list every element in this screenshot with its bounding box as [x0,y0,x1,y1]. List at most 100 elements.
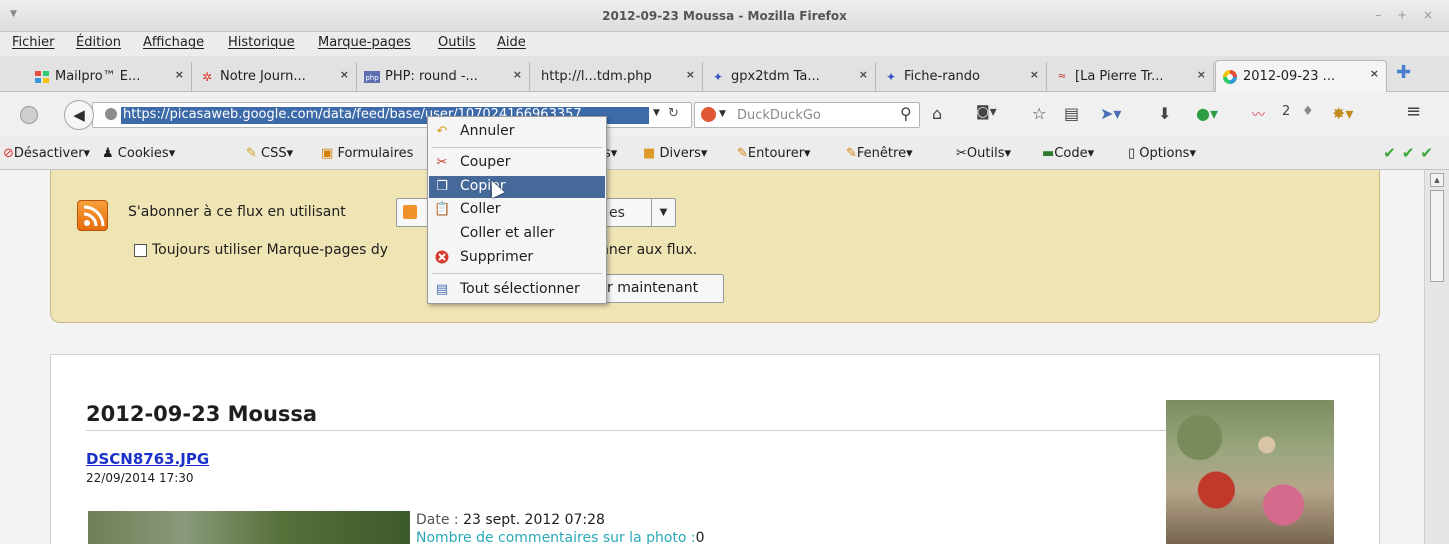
menu-item-tout-selectionner[interactable]: ▤ Tout sélectionner [429,279,605,301]
context-menu: ↶ Annuler ✂ Couper ❐ Copier 📋 Coller Col… [427,116,607,304]
dropdown-icon[interactable]: ▼ [653,108,660,118]
menu-affichage[interactable]: Affichage [143,35,204,50]
toolbar-outils[interactable]: ✂Outils▾ [956,146,1011,161]
toolbar-divers[interactable]: ■ Divers▾ [643,146,707,161]
hiker-icon: ✦ [712,69,724,84]
tab-mailpro[interactable]: Mailpro™ E... × [28,62,192,91]
subscribe-text: S'abonner à ce flux en utilisant [128,204,346,220]
close-icon[interactable]: × [340,68,349,81]
addon-icon[interactable]: ♦ [1302,104,1314,119]
hamburger-menu-icon[interactable]: ≡ [1406,101,1421,122]
tab-la-pierre[interactable]: ≈ [La Pierre Tr... × [1048,62,1214,91]
menu-item-couper[interactable]: ✂ Couper [429,152,605,174]
toolbar-formulaires[interactable]: ▣ Formulaires [321,146,413,161]
search-bar[interactable]: ▼ DuckDuckGo [694,102,920,128]
title-bar: ▼ 2012-09-23 Moussa - Mozilla Firefox – … [0,0,1449,32]
menu-marque-pages[interactable]: Marque-pages [318,35,411,50]
entry-thumbnail[interactable] [88,511,410,544]
site-icon: ≈ [1057,71,1067,82]
menu-bar: Fichier Édition Affichage Historique Mar… [0,32,1449,56]
menu-item-copier[interactable]: ❐ Copier [429,176,605,198]
arrow-left-icon: ◀ [73,106,85,124]
bookmarks-icon[interactable]: ▤ [1064,104,1079,123]
tab-notre-journal[interactable]: ✲ Notre Journ... × [193,62,357,91]
menu-aide[interactable]: Aide [497,35,526,50]
feed-title: 2012-09-23 Moussa [86,402,318,426]
chart-addon-icon[interactable]: 〰 [1252,104,1265,123]
mailpro-icon [34,69,50,85]
tab-tdm-php[interactable]: http://l...tdm.php × [531,62,703,91]
send-icon[interactable]: ➤▾ [1100,104,1121,123]
menu-edition[interactable]: Édition [76,35,121,50]
search-input[interactable]: DuckDuckGo [737,108,821,123]
dropdown-icon[interactable]: ▼ [719,109,726,119]
menu-outils[interactable]: Outils [438,35,476,50]
close-icon[interactable]: × [175,68,184,81]
webdev-toolbar: ⊘Désactiver▾ ♟ Cookies▾ ✎ CSS▾ ▣ Formula… [0,136,1449,170]
toolbar-desactiver[interactable]: ⊘Désactiver▾ [3,146,90,161]
reload-icon[interactable]: ↻ [668,106,679,121]
search-icon[interactable]: ⚲ [900,104,912,123]
home-icon[interactable]: ⌂ [932,104,942,123]
close-icon[interactable]: × [859,68,868,81]
back-button[interactable]: ◀ [64,100,94,130]
new-tab-icon[interactable]: ✚ [1396,62,1411,83]
picasa-icon [1222,69,1238,85]
divider [86,430,1166,431]
menu-item-supprimer[interactable]: Supprimer [429,247,605,269]
scroll-up-icon[interactable]: ▲ [1430,173,1444,187]
toolbar-options[interactable]: ▯ Options▾ [1128,146,1196,161]
menu-item-coller-et-aller[interactable]: Coller et aller [429,223,605,245]
select-value: es [609,205,625,221]
journal-icon: ✲ [201,69,213,84]
copy-icon: ❐ [436,179,448,194]
vertical-scrollbar[interactable]: ▲ [1424,170,1449,544]
chevron-down-icon[interactable]: ▼ [651,199,675,226]
feed-photo[interactable] [1166,400,1334,544]
close-icon[interactable]: × [513,68,522,81]
firebug-icon[interactable]: ✸▾ [1332,104,1353,123]
php-icon: php [364,69,380,85]
toolbar-cookies[interactable]: ♟ Cookies▾ [102,146,175,161]
tab-gpx2tdm[interactable]: ✦ gpx2tdm Ta... × [704,62,876,91]
toolbar-fenetre[interactable]: ✎Fenêtre▾ [846,146,913,161]
window-title: 2012-09-23 Moussa - Mozilla Firefox [602,9,847,23]
validation-checks[interactable]: ✔✔✔ [1383,144,1439,162]
entry-date-meta: Date : 23 sept. 2012 07:28 [416,512,605,528]
window-controls[interactable]: – + × [1375,8,1439,22]
camera-icon[interactable]: ◙▾ [976,104,997,120]
globe-addon-icon[interactable]: ●▾ [1196,104,1218,123]
identity-icon[interactable] [20,106,38,124]
subscribe-now-button[interactable]: r maintenant [590,274,724,303]
menu-fichier[interactable]: Fichier [12,35,55,50]
toolbar-code[interactable]: ▬Code▾ [1042,146,1094,161]
tab-current[interactable]: 2012-09-23 ... × [1215,60,1387,92]
close-icon[interactable]: × [686,68,695,81]
entry-comments-meta: Nombre de commentaires sur la photo :0 [416,530,705,544]
download-icon[interactable]: ⬇ [1158,104,1171,123]
globe-icon [105,108,117,120]
rss-icon [77,200,108,231]
code-icon: ▬ [1042,146,1055,161]
menu-item-annuler[interactable]: ↶ Annuler [429,121,605,143]
menu-item-coller[interactable]: 📋 Coller [429,199,605,221]
tab-php-round[interactable]: php PHP: round -... × [358,62,530,91]
entry-link[interactable]: DSCN8763.JPG [86,450,209,468]
menu-historique[interactable]: Historique [228,35,295,50]
select-all-icon: ▤ [435,282,449,297]
toolbar-entourer[interactable]: ✎Entourer▾ [737,146,811,161]
ruler-icon: ✎ [846,146,857,161]
tab-fiche-rando[interactable]: ✦ Fiche-rando × [877,62,1047,91]
toolbar-css[interactable]: ✎ CSS▾ [246,146,293,161]
disable-icon: ⊘ [3,146,14,161]
feed-icon [403,205,417,219]
always-use-checkbox[interactable] [134,243,147,257]
close-icon[interactable]: × [1030,68,1039,81]
pencil-icon: ✎ [737,146,748,161]
close-icon[interactable]: × [1370,67,1379,80]
scroll-thumb[interactable] [1430,190,1444,282]
star-icon[interactable]: ☆ [1032,104,1046,123]
wand-icon: ✎ [246,146,257,161]
close-icon[interactable]: × [1197,68,1206,81]
always-use-label: Toujours utiliser Marque-pages dy [152,242,389,258]
